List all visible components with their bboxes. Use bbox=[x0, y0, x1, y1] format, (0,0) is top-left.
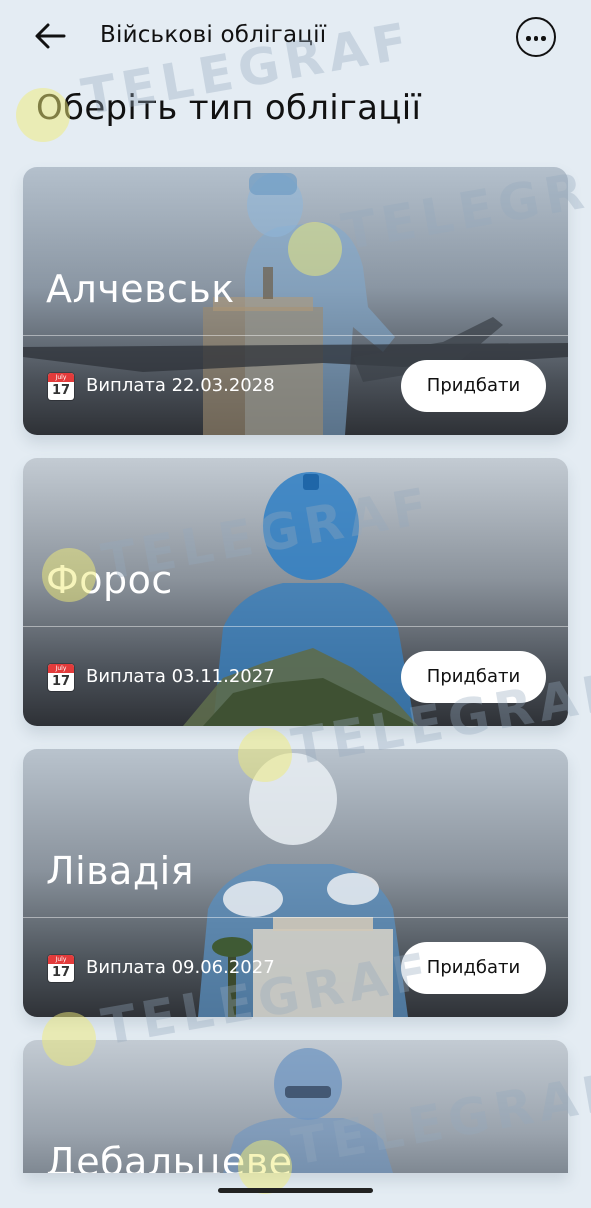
payout-date: Виплата 03.11.2027 bbox=[86, 666, 275, 687]
top-bar: Військові облігації bbox=[0, 0, 591, 80]
more-dot bbox=[526, 36, 531, 41]
calendar-icon: July 17 bbox=[48, 664, 74, 691]
more-dot bbox=[541, 36, 546, 41]
bond-card-debaltseve[interactable]: Дебальцеве bbox=[23, 1040, 568, 1173]
buy-button[interactable]: Придбати bbox=[401, 651, 546, 703]
more-button[interactable] bbox=[516, 17, 556, 57]
home-indicator[interactable] bbox=[218, 1188, 373, 1193]
bond-card-foros[interactable]: Форос July 17 Виплата 03.11.2027 Придбати bbox=[23, 458, 568, 726]
screen-title: Військові облігації bbox=[100, 22, 327, 48]
calendar-icon: July 17 bbox=[48, 955, 74, 982]
divider bbox=[23, 917, 568, 918]
buy-button[interactable]: Придбати bbox=[401, 942, 546, 994]
back-button[interactable] bbox=[30, 18, 70, 54]
payout-date: Виплата 09.06.2027 bbox=[86, 957, 275, 978]
arrow-left-icon bbox=[35, 23, 66, 49]
bond-card-livadiya[interactable]: Лівадія July 17 Виплата 09.06.2027 Придба… bbox=[23, 749, 568, 1017]
payout-date: Виплата 22.03.2028 bbox=[86, 375, 275, 396]
divider bbox=[23, 626, 568, 627]
card-title: Лівадія bbox=[46, 849, 195, 893]
buy-button[interactable]: Придбати bbox=[401, 360, 546, 412]
card-title: Дебальцеве bbox=[46, 1140, 293, 1173]
calendar-icon: July 17 bbox=[48, 373, 74, 400]
card-title: Алчевськ bbox=[46, 267, 235, 311]
page-title: Оберіть тип облігації bbox=[36, 88, 422, 128]
card-title: Форос bbox=[46, 558, 173, 602]
bond-card-alchevsk[interactable]: Алчевськ July 17 Виплата 22.03.2028 Придб… bbox=[23, 167, 568, 435]
divider bbox=[23, 335, 568, 336]
more-dot bbox=[533, 36, 538, 41]
